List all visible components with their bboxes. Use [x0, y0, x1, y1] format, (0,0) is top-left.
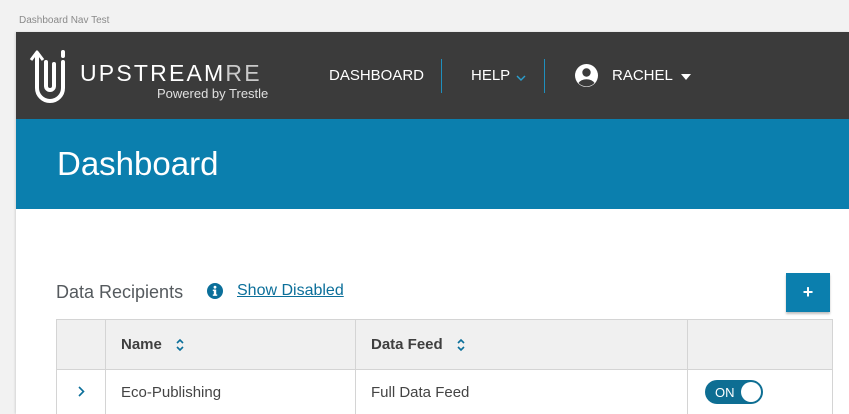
table-row: Eco-Publishing Full Data Feed ON [56, 369, 833, 414]
sort-icon[interactable] [176, 338, 184, 352]
caret-down-icon [680, 74, 691, 80]
section-title: Data Recipients [56, 282, 184, 302]
page-title: Dashboard [57, 145, 219, 182]
column-header-data-feed-label: Data Feed [371, 336, 443, 353]
chevron-down-icon [516, 75, 526, 81]
nav-divider [441, 59, 442, 93]
user-avatar-icon [575, 64, 598, 87]
brand-logo[interactable]: UPSTREAMRE Powered by Trestle [28, 48, 278, 104]
toggle-knob [741, 382, 761, 402]
sort-icon[interactable] [457, 338, 465, 352]
top-navigation-bar: UPSTREAMRE Powered by Trestle DASHBOARD … [16, 32, 849, 119]
column-header-expand [56, 319, 106, 370]
nav-dashboard-link[interactable]: DASHBOARD [329, 32, 424, 119]
brand-name-suffix: RE [225, 60, 262, 86]
nav-user-menu[interactable]: RACHEL [574, 32, 691, 119]
info-icon[interactable] [207, 283, 223, 299]
page-header: Dashboard [16, 119, 849, 209]
table-header-row: Name Data Feed [56, 319, 833, 370]
add-recipient-button[interactable]: + [786, 273, 830, 312]
toggle-label: ON [715, 385, 735, 400]
column-header-name[interactable]: Name [105, 319, 356, 370]
recipient-status-cell: ON [687, 369, 833, 414]
window-title: Dashboard Nav Test [19, 15, 110, 26]
enabled-toggle[interactable]: ON [705, 380, 763, 404]
brand-name-main: UPSTREAM [80, 60, 226, 86]
row-expand-cell[interactable] [56, 369, 106, 414]
nav-user-label: RACHEL [612, 67, 673, 84]
column-header-status [687, 319, 833, 370]
recipient-data-feed: Full Data Feed [355, 369, 688, 414]
brand-tagline: Powered by Trestle [157, 86, 269, 101]
column-header-data-feed[interactable]: Data Feed [355, 319, 688, 370]
chevron-right-icon[interactable] [77, 385, 85, 397]
nav-dashboard-label: DASHBOARD [329, 67, 425, 84]
data-recipients-table: Name Data Feed Eco-Publishing Full Data … [56, 319, 833, 414]
app-page: UPSTREAMRE Powered by Trestle DASHBOARD … [16, 32, 849, 414]
upstream-logo-icon [29, 50, 65, 103]
column-header-name-label: Name [121, 336, 162, 353]
brand-wordmark: UPSTREAMRE [80, 60, 262, 87]
show-disabled-link[interactable]: Show Disabled [237, 282, 344, 300]
nav-divider [544, 59, 545, 93]
recipient-name: Eco-Publishing [105, 369, 356, 414]
nav-help-dropdown[interactable]: HELP [471, 32, 526, 119]
nav-help-label: HELP [471, 67, 511, 84]
